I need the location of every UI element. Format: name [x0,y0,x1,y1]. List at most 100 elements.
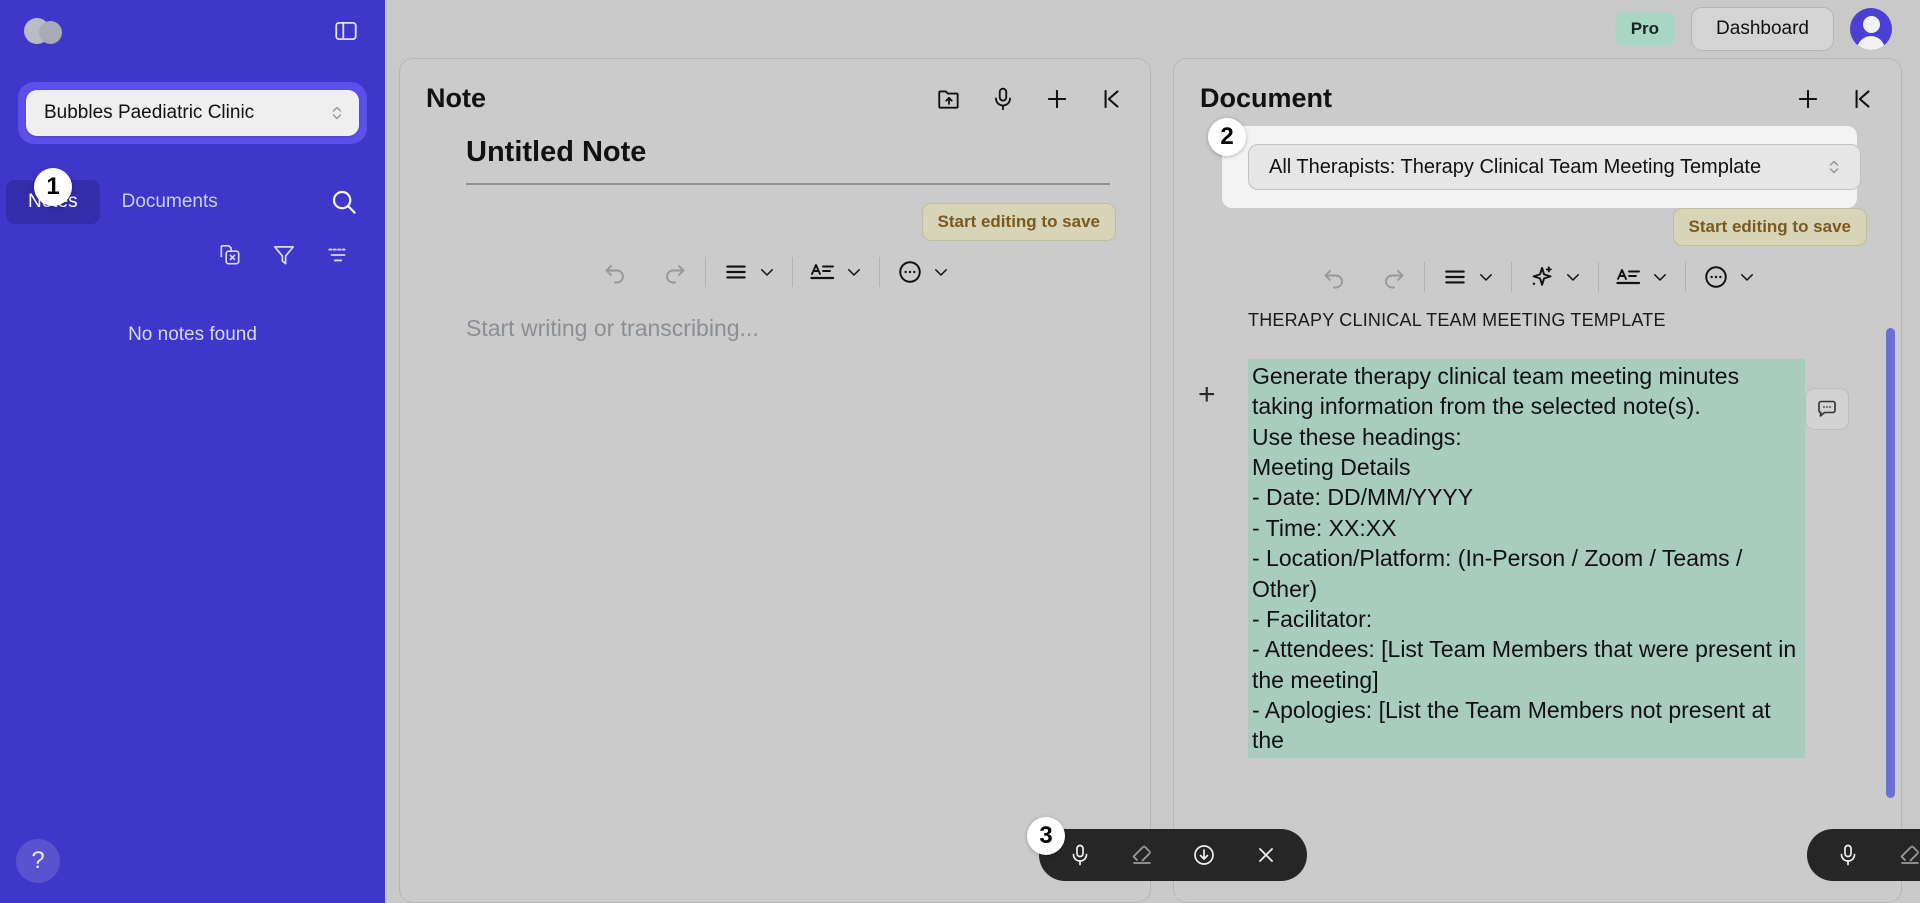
more-options-icon[interactable] [1686,263,1772,291]
folder-upload-icon[interactable] [936,86,962,112]
chevron-down-icon [1651,268,1669,286]
template-selector[interactable]: All Therapists: Therapy Clinical Team Me… [1248,144,1861,190]
undo-icon[interactable] [585,258,645,286]
step-badge-2: 2 [1208,118,1246,156]
document-save-badge: Start editing to save [1672,208,1867,246]
microphone-icon[interactable] [990,86,1016,112]
clear-selection-icon[interactable] [217,242,243,268]
text-style-glyph [809,258,837,286]
doc-line: - Time: XX:XX [1252,514,1397,541]
template-selector-wrap: 2 All Therapists: Therapy Clinical Team … [1208,118,1861,208]
list-format-icon[interactable] [1425,263,1511,291]
redo-glyph [661,258,689,286]
note-editor[interactable]: Start writing or transcribing... [400,287,1150,342]
note-save-row: Start editing to save [400,185,1150,241]
note-recorder-toolbar [1039,829,1307,881]
sort-icon[interactable] [325,242,351,268]
more-glyph [1702,263,1730,291]
note-panel-header: Note [400,59,1150,114]
main-area: Pro Dashboard Note Untitled Note Start e… [385,0,1920,903]
sidebar-top-bar [0,0,385,62]
tab-documents[interactable]: Documents [100,180,240,224]
avatar-head [1863,16,1880,33]
toggle-sidebar-icon[interactable] [333,18,359,44]
text-style-glyph [1615,263,1643,291]
document-panel-header: Document [1174,59,1901,114]
clinic-selector-wrap: 1 Bubbles Paediatric Clinic [18,82,367,206]
step-badge-1: 1 [34,168,72,206]
redo-glyph [1380,263,1408,291]
doc-line: - Facilitator: [1252,605,1373,632]
search-icon[interactable] [329,187,359,217]
microphone-icon[interactable] [1817,829,1879,881]
note-save-badge: Start editing to save [921,203,1116,241]
note-toolbar [400,257,1150,287]
redo-icon[interactable] [645,258,705,286]
chevron-down-icon [845,263,863,281]
document-panel: Document 2 All Therapists: Therapy Clini… [1173,58,1902,903]
sparkle-glyph [1528,263,1556,291]
list-format-icon[interactable] [706,258,792,286]
download-icon[interactable] [1173,829,1235,881]
plus-icon[interactable] [1795,86,1821,112]
chevron-down-icon [1738,268,1756,286]
document-highlighted-block[interactable]: Generate therapy clinical team meeting m… [1248,359,1805,758]
insert-block-icon[interactable]: + [1198,380,1216,410]
sidebar-tool-row [0,226,385,268]
undo-glyph [601,258,629,286]
eraser-icon[interactable] [1111,829,1173,881]
document-header-icons [1795,86,1875,112]
clinic-selector[interactable]: Bubbles Paediatric Clinic [26,90,359,136]
close-icon[interactable] [1235,829,1297,881]
note-placeholder: Start writing or transcribing... [466,315,759,341]
filter-icon[interactable] [271,242,297,268]
help-button[interactable]: ? [16,839,60,883]
eraser-icon[interactable] [1879,829,1920,881]
doc-line: - Location/Platform: (In-Person / Zoom /… [1252,545,1743,602]
undo-icon[interactable] [1304,263,1364,291]
collapse-left-icon[interactable] [1849,86,1875,112]
text-style-icon[interactable] [1599,263,1685,291]
more-options-icon[interactable] [880,258,966,286]
document-panel-title: Document [1200,83,1333,113]
note-header-icons [936,86,1124,112]
clinic-selector-value: Bubbles Paediatric Clinic [44,102,255,123]
comment-icon[interactable] [1805,388,1849,430]
doc-line: Generate therapy clinical team meeting m… [1252,363,1740,420]
redo-icon[interactable] [1364,263,1424,291]
notes-empty-state: No notes found [128,324,257,345]
chevron-down-icon [1477,268,1495,286]
doc-line: Use these headings: [1252,423,1462,450]
document-editor[interactable]: THERAPY CLINICAL TEAM MEETING TEMPLATE +… [1174,292,1901,902]
doc-line: Meeting Details [1252,454,1411,481]
doc-line: - Apologies: [List the Team Members not … [1252,696,1771,754]
chevron-updown-icon [1828,159,1840,175]
chevron-updown-icon [331,105,343,121]
avatar-body [1857,36,1885,50]
note-title-input[interactable]: Untitled Note [466,136,1110,185]
note-title-wrap: Untitled Note [400,114,1150,185]
undo-glyph [1320,263,1348,291]
plus-icon[interactable] [1044,86,1070,112]
template-selector-value: All Therapists: Therapy Clinical Team Me… [1269,155,1762,178]
step-badge-3: 3 [1027,817,1065,855]
chevron-down-icon [758,263,776,281]
user-avatar[interactable] [1850,8,1892,50]
doc-line: - Attendees: [List Team Members that wer… [1252,636,1797,693]
text-style-icon[interactable] [793,258,879,286]
dashboard-button[interactable]: Dashboard [1691,7,1834,51]
document-scrollbar[interactable] [1886,328,1895,798]
logo-circle-right [39,21,62,44]
ai-sparkle-icon[interactable] [1512,263,1598,291]
panels-container: Note Untitled Note Start editing to save… [385,58,1920,903]
plan-badge: Pro [1614,12,1676,46]
document-toolbar [1174,262,1901,292]
bubbles-logo[interactable] [24,16,70,46]
chevron-down-icon [932,263,950,281]
top-bar: Pro Dashboard [385,0,1920,58]
chevron-down-icon [1564,268,1582,286]
sidebar: 1 Bubbles Paediatric Clinic Notes Docume… [0,0,385,903]
document-heading: THERAPY CLINICAL TEAM MEETING TEMPLATE [1248,310,1666,330]
note-panel-title: Note [426,83,486,113]
collapse-left-icon[interactable] [1098,86,1124,112]
